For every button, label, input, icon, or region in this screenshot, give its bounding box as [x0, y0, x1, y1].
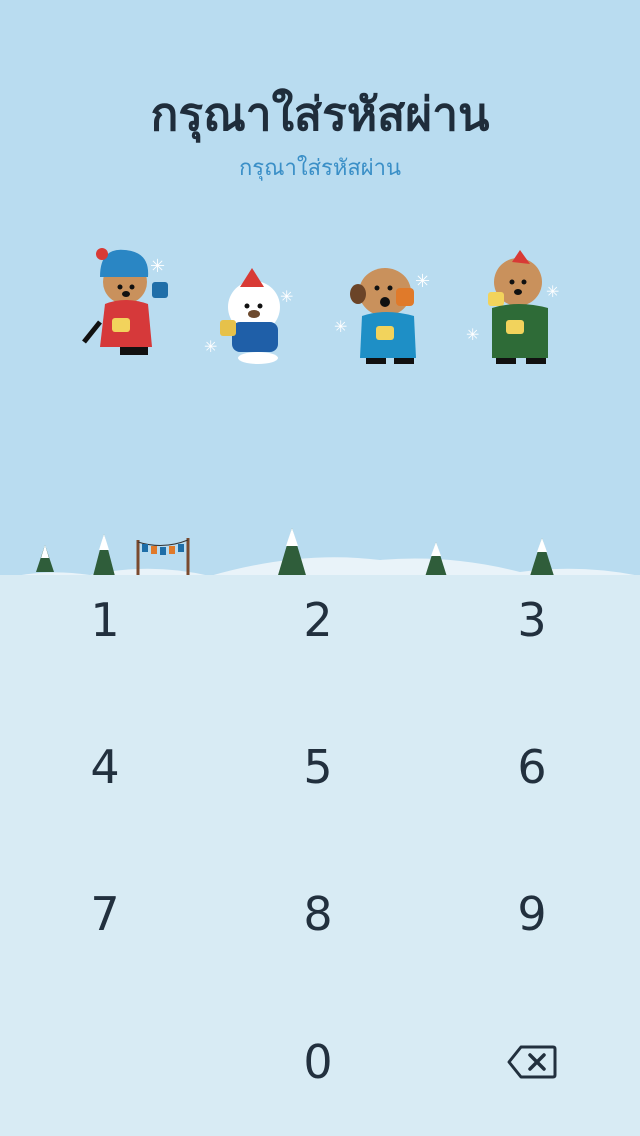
key-4[interactable]: 4 [25, 712, 185, 822]
page-subtitle: กรุณาใส่รหัสผ่าน [238, 156, 402, 181]
passcode-dot-3-quokka-earmuffs: ✳ ✳ [330, 222, 450, 372]
svg-text:✳: ✳ [546, 282, 559, 301]
svg-text:✳: ✳ [415, 271, 430, 292]
numeric-keypad: 1 2 3 4 5 6 7 8 9 0 [0, 575, 640, 1136]
key-5[interactable]: 5 [238, 712, 398, 822]
svg-text:✳: ✳ [280, 287, 293, 306]
backspace-icon [507, 1045, 557, 1079]
key-3[interactable]: 3 [452, 565, 612, 675]
key-6[interactable]: 6 [452, 712, 612, 822]
passcode-dot-4-quokka-red-hat: ✳ ✳ [460, 222, 580, 372]
page-title: กรุณาใส่รหัสผ่าน [150, 87, 490, 141]
key-7[interactable]: 7 [25, 859, 185, 969]
key-8[interactable]: 8 [238, 859, 398, 969]
delete-button[interactable] [452, 1007, 612, 1117]
svg-text:✳: ✳ [466, 325, 479, 344]
key-0[interactable]: 0 [238, 1007, 398, 1117]
key-1[interactable]: 1 [25, 565, 185, 675]
passcode-indicators: ✳ ✳ ✳ ✳ ✳ ✳ ✳ [0, 222, 640, 382]
svg-text:✳: ✳ [334, 317, 347, 336]
svg-text:✳: ✳ [150, 256, 165, 277]
key-9[interactable]: 9 [452, 859, 612, 969]
svg-text:✳: ✳ [204, 337, 217, 356]
passcode-dot-1-quokka-blue-hat: ✳ [70, 222, 190, 372]
key-2[interactable]: 2 [238, 565, 398, 675]
passcode-dot-2-white-bear: ✳ ✳ [200, 222, 320, 372]
